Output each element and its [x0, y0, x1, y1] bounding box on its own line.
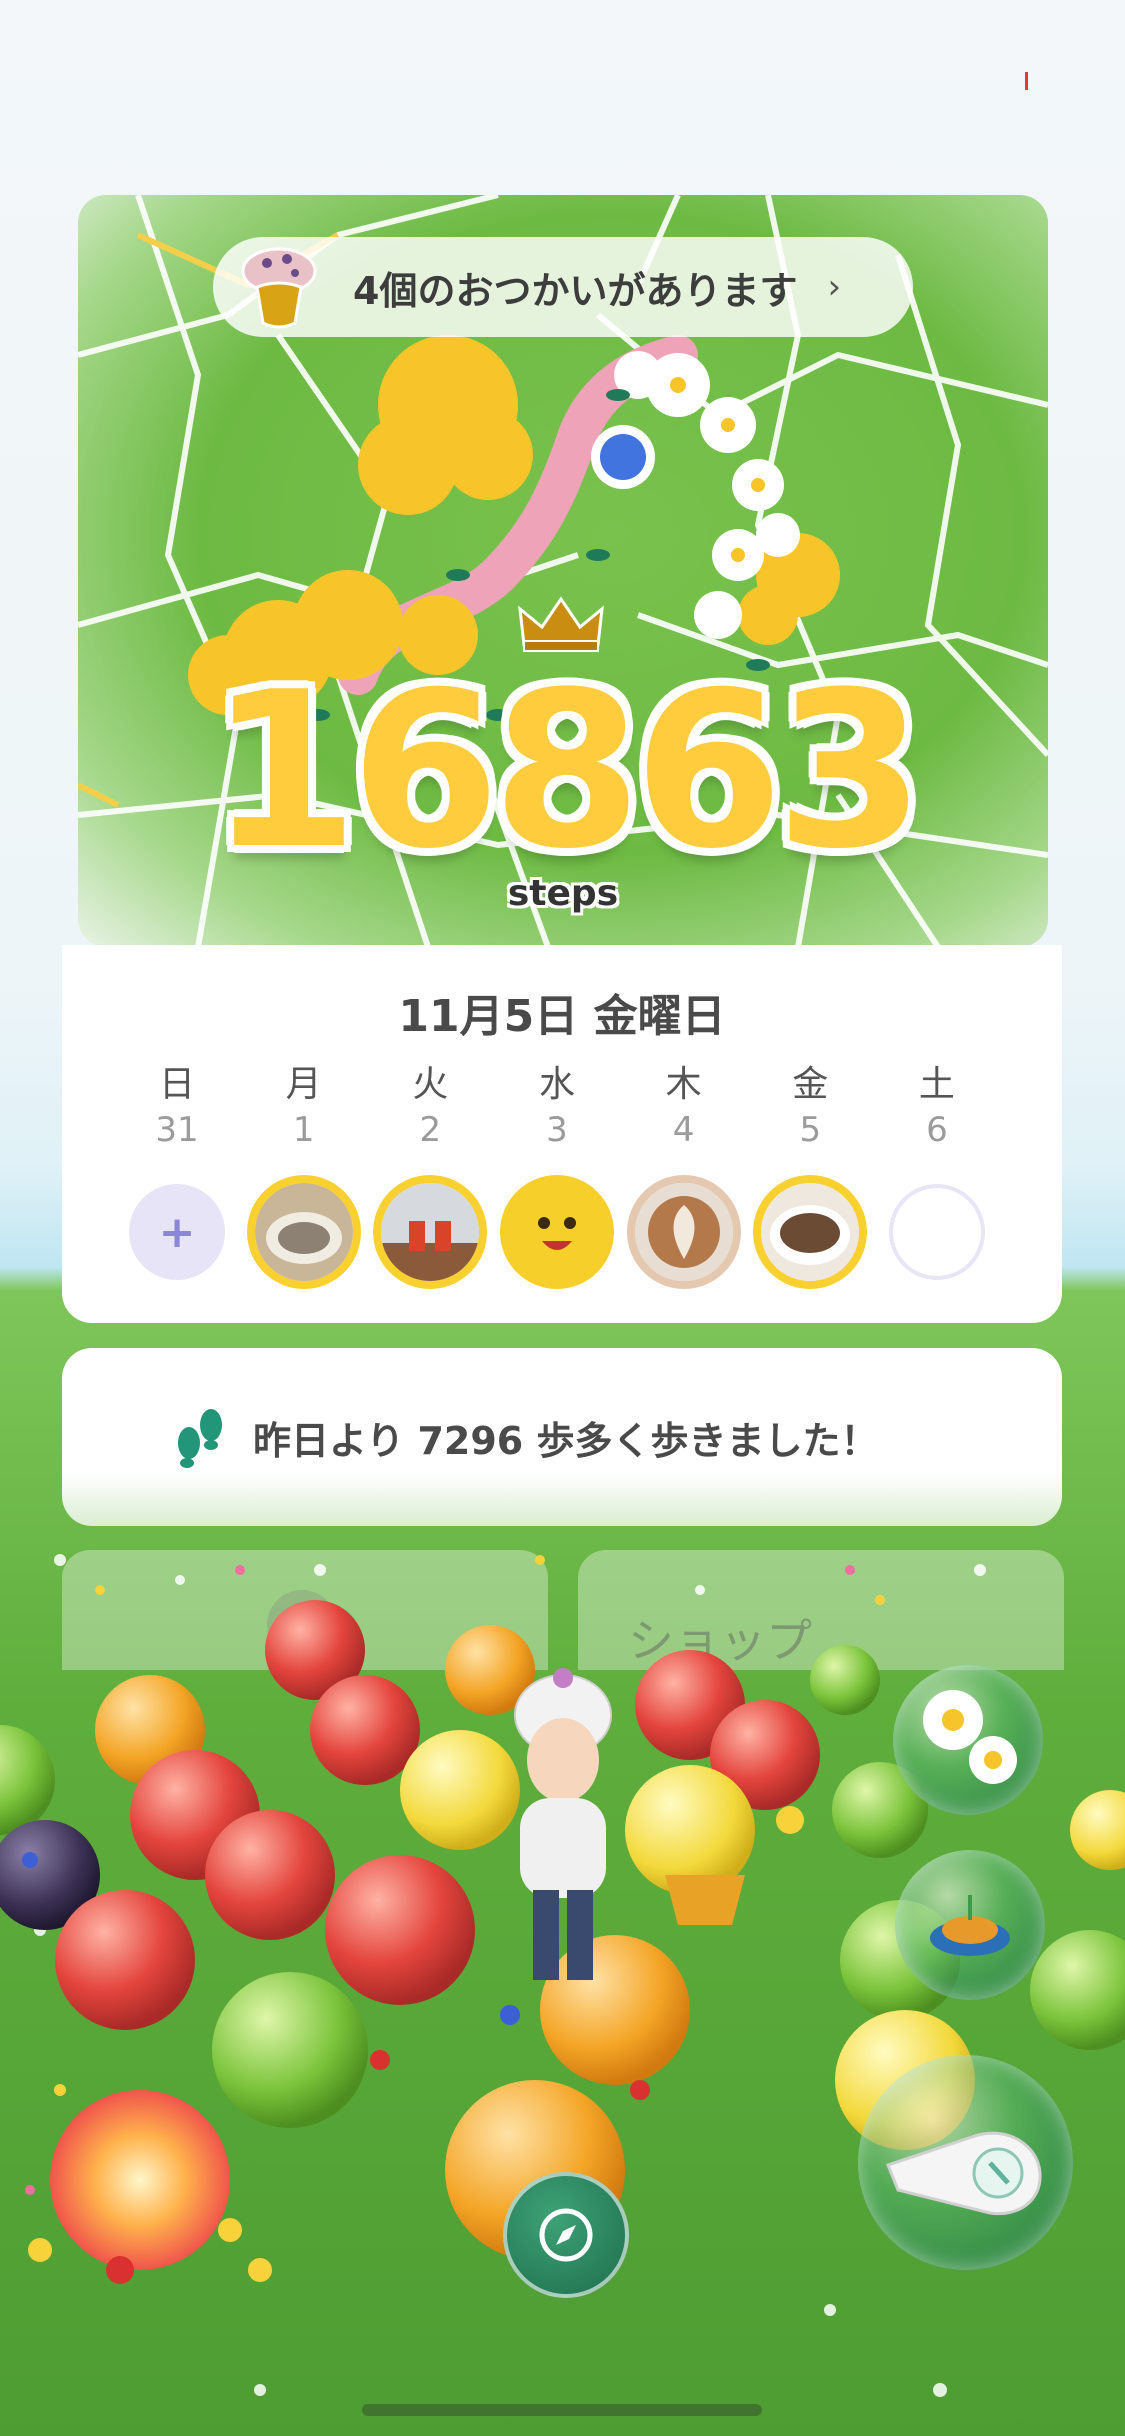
compass-button[interactable]: [503, 2172, 629, 2298]
weekday-label: 木: [665, 1064, 702, 1105]
whistle-button[interactable]: [858, 2055, 1073, 2270]
day-number: 6: [926, 1110, 948, 1150]
mushroom-icon: [233, 241, 325, 333]
step-count: 16863: [209, 645, 925, 896]
day-number: 4: [672, 1110, 695, 1150]
step-comparison-card: 昨日より 7296 歩多く歩きました！: [62, 1348, 1062, 1526]
weekday-label: 金: [792, 1064, 829, 1105]
date-title: 11月5日 金曜日: [398, 991, 726, 1042]
whistle-icon: [886, 2131, 1042, 2216]
weekday-label: 火: [412, 1064, 449, 1105]
day-number: 5: [799, 1110, 822, 1150]
add-photo-button[interactable]: +: [129, 1184, 225, 1280]
errand-banner[interactable]: 4個のおつかいがあります ›: [213, 237, 913, 337]
day-photo-drinks[interactable]: [373, 1175, 488, 1289]
day-photo-soup[interactable]: [753, 1175, 868, 1289]
comparison-message: 昨日より 7296 歩多く歩きました！: [253, 1418, 879, 1463]
step-unit: steps: [507, 873, 619, 914]
status-indicator: [1025, 72, 1028, 90]
weekday-label: 土: [918, 1064, 955, 1105]
planter-icon: [930, 1895, 1010, 1956]
day-photo-latte[interactable]: [626, 1175, 741, 1289]
calendar-card: 11月5日 金曜日 日 月 火 水 木 金 土 31 1 2 3 4 5 6 +: [62, 945, 1062, 1323]
day-number: 2: [419, 1110, 442, 1150]
day-number-row: 31 1 2 3 4 5 6: [117, 1110, 997, 1150]
day-photo-food[interactable]: [246, 1175, 361, 1289]
flower-bubble-button[interactable]: [893, 1665, 1043, 1815]
footprints-icon: [178, 1409, 222, 1468]
weekday-label: 月: [285, 1064, 322, 1105]
errand-label: 4個のおつかいがあります: [353, 268, 798, 313]
step-map-card[interactable]: 4個のおつかいがあります › 16863 steps: [78, 195, 1048, 947]
day-number: 31: [155, 1110, 199, 1150]
weekday-label: 水: [538, 1064, 575, 1105]
weekday-row: 日 月 火 水 木 金 土: [117, 1055, 997, 1107]
day-smiley-icon[interactable]: [499, 1175, 614, 1289]
planter-bubble-button[interactable]: [895, 1850, 1045, 2000]
compass-icon: [539, 2208, 593, 2262]
daisy-icon: [923, 1690, 1017, 1784]
day-number: 1: [292, 1110, 315, 1150]
day-empty-slot[interactable]: [888, 1184, 985, 1280]
home-indicator[interactable]: [362, 2404, 762, 2416]
weekday-label: 日: [158, 1064, 195, 1105]
day-photo-row: +: [117, 1175, 997, 1289]
chevron-right-icon: ›: [827, 267, 842, 307]
day-number: 3: [546, 1110, 568, 1150]
